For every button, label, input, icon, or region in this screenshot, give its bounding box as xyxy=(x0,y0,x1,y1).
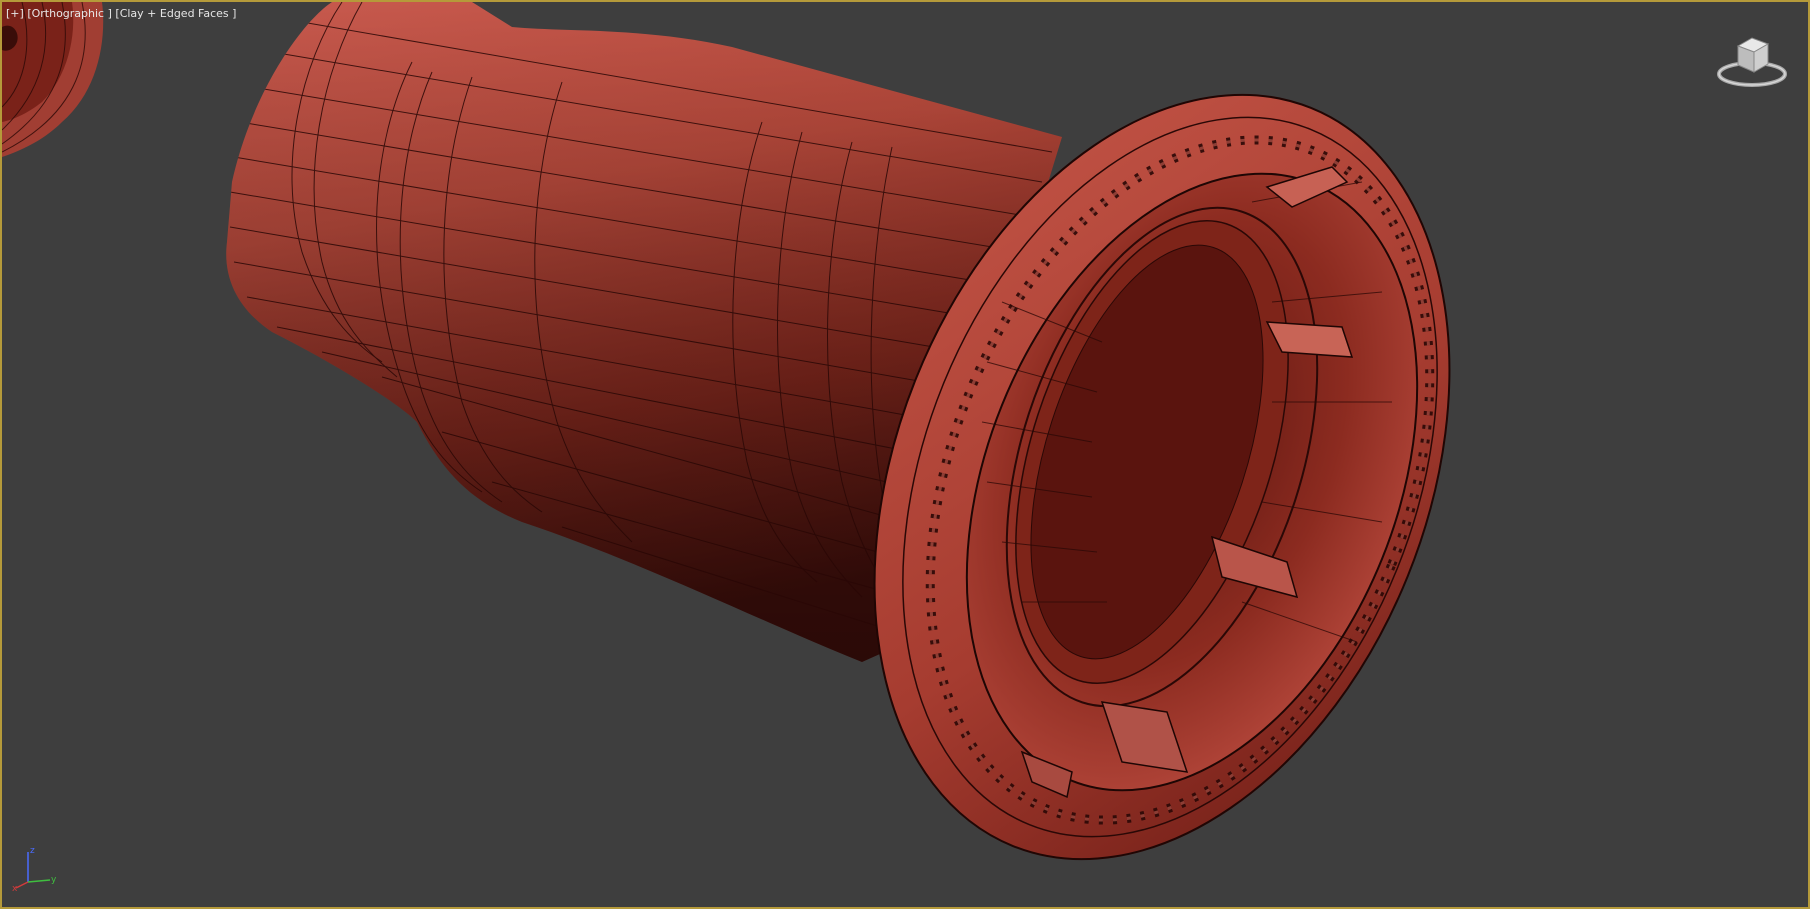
scene-render[interactable] xyxy=(2,2,1808,907)
view-type-button[interactable]: [Orthographic ] xyxy=(27,7,112,20)
viewport-label: [+] [Orthographic ] [Clay + Edged Faces … xyxy=(6,6,236,21)
viewcube-icon[interactable] xyxy=(1716,32,1788,94)
axis-x-label: x xyxy=(12,884,18,892)
perspective-viewport[interactable]: [+] [Orthographic ] [Clay + Edged Faces … xyxy=(0,0,1810,909)
partial-object-upper-left xyxy=(2,2,104,157)
shading-mode-button[interactable]: [Clay + Edged Faces ] xyxy=(115,7,236,20)
axis-y-label: y xyxy=(51,875,57,885)
axis-tripod-icon: z y x xyxy=(12,846,57,892)
viewport-menu-button[interactable]: [+] xyxy=(6,7,24,20)
axis-z-label: z xyxy=(30,846,35,856)
